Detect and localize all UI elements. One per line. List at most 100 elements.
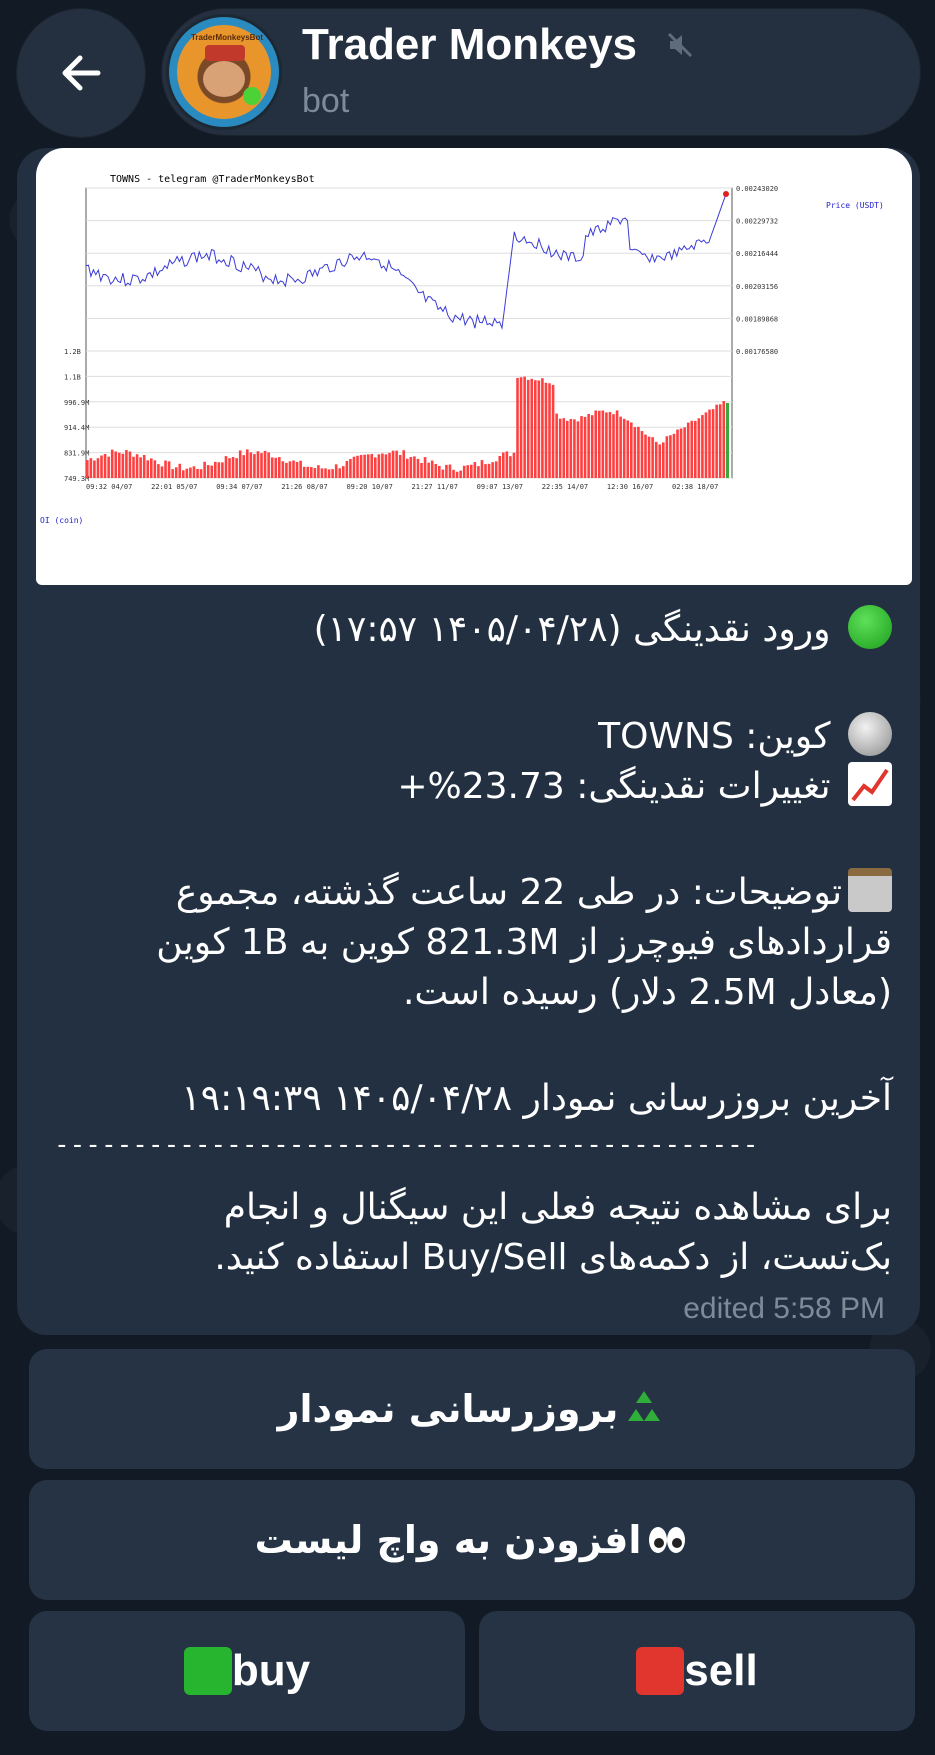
price-tick-label: 0.00216444 [736, 250, 778, 258]
oi-bar [590, 415, 594, 478]
price-ticks: 0.00243020 0.00229732 0.00216444 0.00203156… [86, 185, 778, 356]
oi-bar [502, 452, 505, 478]
separator: ----------------------------------------… [54, 1130, 754, 1160]
oi-bar [285, 462, 288, 478]
oi-bar [182, 470, 185, 478]
sell-button[interactable]: sell [479, 1611, 915, 1731]
oi-bar [242, 455, 246, 478]
add-watchlist-button[interactable]: افزودن به واچ لیست [29, 1480, 915, 1600]
coin-icon [848, 712, 892, 756]
oi-bar [626, 420, 630, 478]
oi-bar [402, 450, 406, 478]
oi-bar [537, 380, 541, 478]
oi-bar [423, 457, 427, 478]
back-button[interactable] [17, 9, 145, 137]
oi-bar [580, 416, 583, 478]
oi-tick-label: 831.9M [64, 450, 89, 458]
price-tick-label: 0.00203156 [736, 283, 778, 291]
oi-bar [278, 457, 281, 478]
oi-bar [352, 456, 356, 478]
oi-bar [477, 466, 480, 478]
green-square-icon [183, 1647, 232, 1695]
chat-title: Trader Monkeys [302, 20, 638, 69]
price-tick-label: 0.00189868 [736, 315, 778, 323]
oi-bar [334, 464, 338, 478]
oi-bar [327, 469, 331, 478]
price-tick-label: 0.00176580 [736, 348, 778, 356]
oi-bar [349, 458, 352, 478]
oi-bar [135, 454, 139, 478]
oi-bar [505, 451, 509, 478]
oi-bar [406, 458, 409, 478]
oi-bar [541, 378, 544, 478]
oi-bar [128, 451, 132, 478]
oi-bar [608, 411, 612, 478]
oi-bar [498, 455, 502, 478]
oi-bar [110, 449, 114, 478]
oi-bar-latest [726, 403, 729, 478]
oi-bar [320, 468, 324, 478]
oi-bar [413, 456, 416, 478]
oi-bar [566, 420, 569, 478]
oi-bar [534, 380, 537, 478]
headline-text: ورود نقدینگی (۱۴۰۵/۰۴/۲۸ ۱۷:۵۷) [313, 609, 831, 650]
oi-bar [89, 458, 93, 478]
oi-bar [395, 450, 398, 478]
chart-title: TOWNS - telegram @TraderMonkeysBot [110, 174, 315, 185]
chat-subtitle: bot [302, 82, 350, 120]
x-tick-label: 09:32 04/07 [86, 483, 132, 491]
oi-bar [253, 454, 256, 478]
oi-bar [509, 456, 512, 478]
oi-bar [114, 451, 118, 478]
oi-bar [391, 450, 395, 478]
avatar[interactable]: TraderMonkeysBot [166, 14, 282, 130]
oi-tick-label: 914.4M [64, 424, 89, 432]
oi-bar [598, 410, 601, 478]
oi-bar [662, 442, 665, 478]
oi-bar [551, 384, 555, 478]
oi-bar [438, 465, 441, 478]
oi-bar [530, 378, 534, 478]
desc-line-2: قراردادهای فیوچرز از 821.3M کوین به 1B ک… [156, 922, 892, 963]
oi-bar [630, 422, 633, 478]
oi-bar [206, 465, 210, 478]
oi-bar [342, 466, 345, 478]
oi-bar [526, 379, 530, 478]
speaker-muted-icon [667, 32, 693, 58]
oi-bar [199, 469, 203, 478]
oi-bar [569, 419, 573, 478]
buy-label: buy [231, 1646, 311, 1695]
oi-bar [686, 422, 690, 478]
oi-bar [605, 412, 608, 478]
chart-image[interactable]: TOWNS - telegram @TraderMonkeysBot Price… [36, 148, 912, 585]
sell-label: sell [684, 1646, 758, 1695]
oi-bar [487, 463, 491, 478]
oi-bar [445, 464, 448, 478]
buy-button[interactable]: buy [29, 1611, 465, 1731]
oi-bar [103, 454, 107, 478]
oi-bar [523, 376, 526, 478]
oi-bar [491, 462, 494, 478]
oi-bar [238, 450, 242, 478]
oi-bar [366, 454, 370, 478]
oi-tick-label: 1.2B [64, 348, 81, 356]
oi-bar [210, 465, 214, 478]
oi-bar [246, 449, 249, 478]
chart-increasing-icon [848, 762, 892, 806]
change-text: تغییرات نقدینگی: 23.73%+ [397, 766, 831, 807]
oi-bar [185, 468, 189, 478]
oi-bar [711, 409, 715, 478]
oi-bar [324, 468, 327, 478]
oi-bar [576, 421, 580, 478]
oi-bar [146, 460, 150, 478]
oi-bar [313, 468, 317, 478]
oi-bar [512, 452, 516, 478]
headline: ورود نقدینگی (۱۴۰۵/۰۴/۲۸ ۱۷:۵۷) [54, 605, 892, 655]
oi-bar [306, 466, 310, 478]
oi-bar [555, 413, 558, 478]
oi-bar [331, 469, 334, 478]
x-tick-label: 12:30 16/07 [607, 483, 653, 491]
oi-bar [679, 428, 683, 478]
refresh-chart-button[interactable]: بروزرسانی نمودار [29, 1349, 915, 1469]
oi-bar [665, 436, 669, 478]
